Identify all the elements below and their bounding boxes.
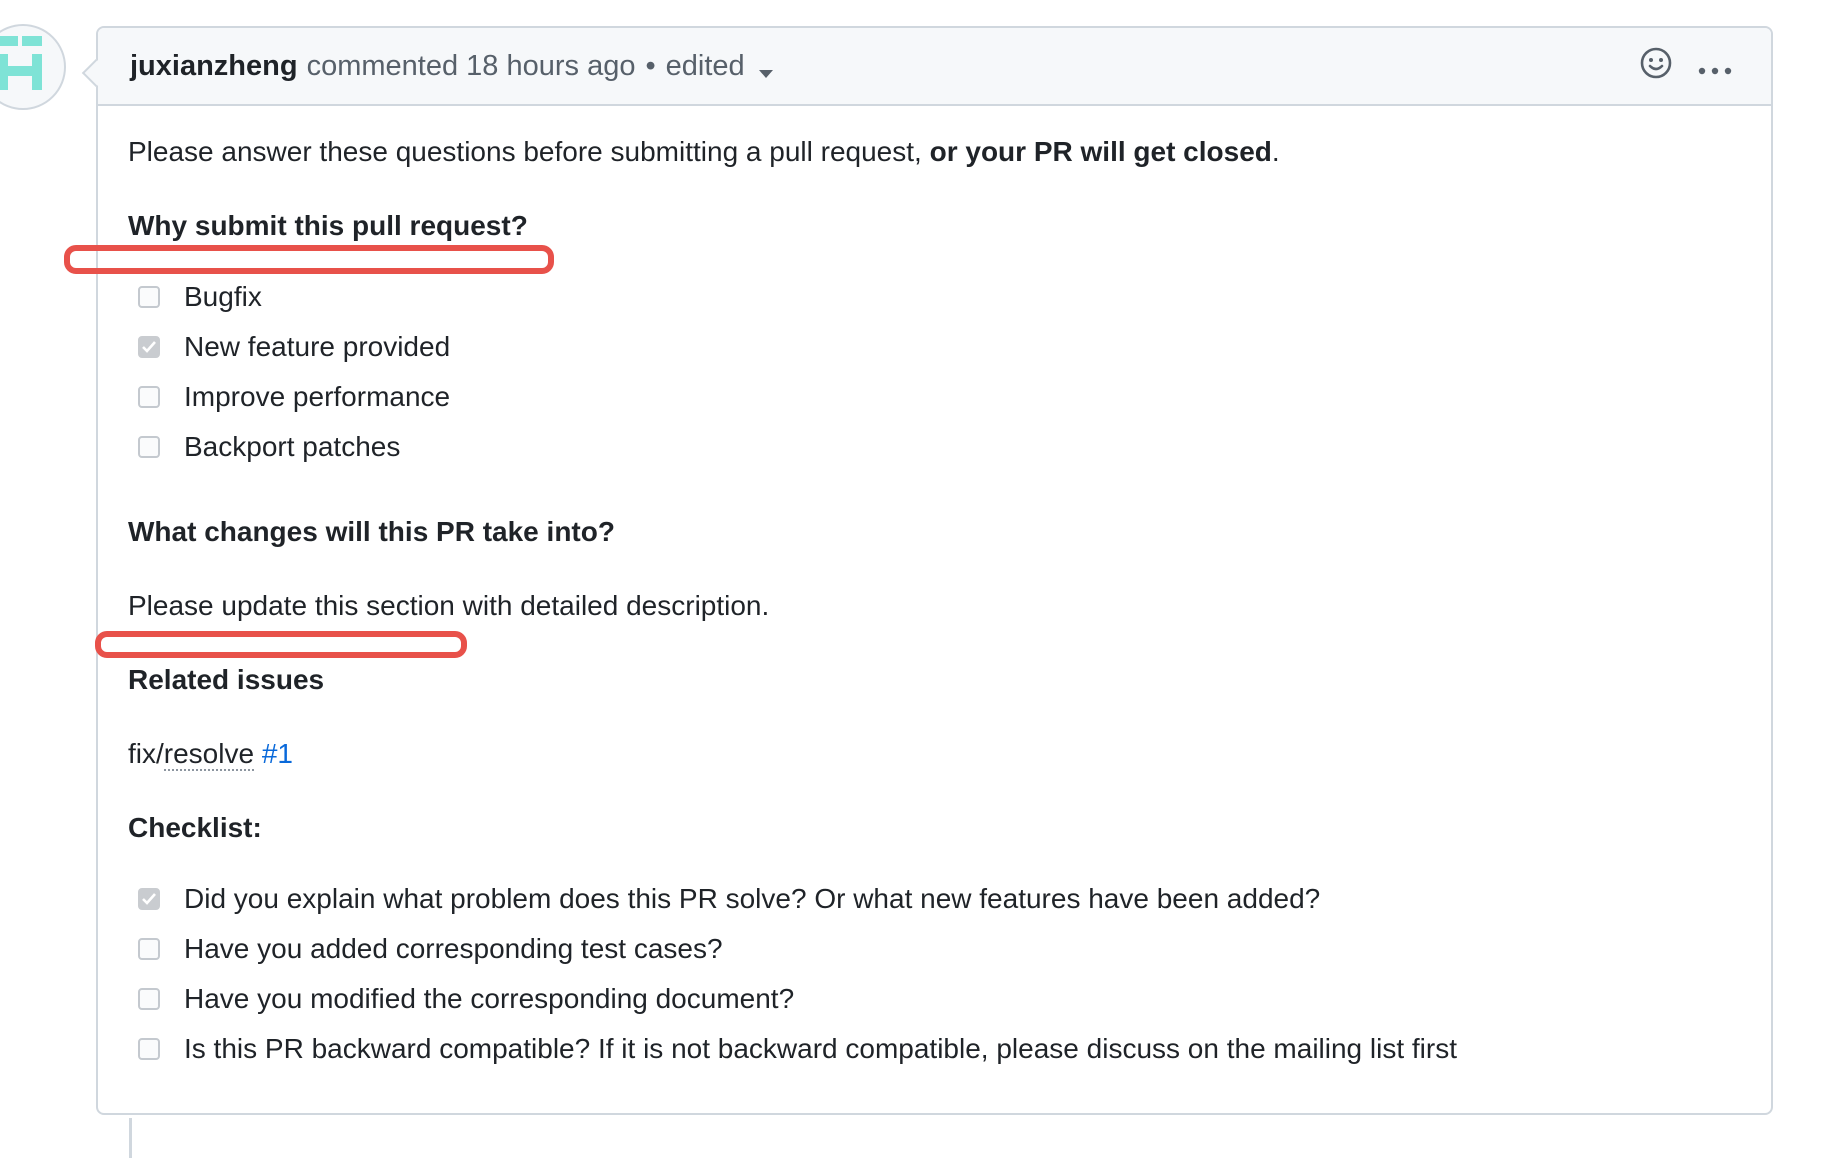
annotation-highlight-changes-text <box>95 631 467 658</box>
checklist-item-explain: Did you explain what problem does this P… <box>138 883 1320 915</box>
checkbox-label: Have you added corresponding test cases? <box>184 933 723 964</box>
intro-paragraph: Please answer these questions before sub… <box>128 135 1280 169</box>
checkbox-item-improve-performance: Improve performance <box>138 381 450 413</box>
intro-period: . <box>1271 136 1280 167</box>
checkbox[interactable] <box>138 1038 160 1060</box>
annotation-highlight-why-heading <box>64 245 554 274</box>
timeline-connector <box>129 1118 132 1158</box>
edited-dropdown[interactable]: edited <box>666 50 773 83</box>
avatar[interactable] <box>0 24 66 110</box>
why-heading: Why submit this pull request? <box>128 210 528 241</box>
separator-dot: • <box>645 49 656 82</box>
checkbox-item-backport: Backport patches <box>138 431 400 463</box>
related-prefix: fix/ <box>128 738 164 769</box>
checkbox-label: New feature provided <box>184 331 451 362</box>
resolve-keyword: resolve <box>163 738 255 771</box>
comment-action: commented <box>306 49 459 82</box>
checkbox-label: Did you explain what problem does this P… <box>184 883 1321 914</box>
checkbox-label: Have you modified the corresponding docu… <box>184 983 795 1014</box>
chevron-down-icon <box>758 69 773 78</box>
checklist-heading: Checklist: <box>128 812 262 843</box>
kebab-horizontal-icon[interactable] <box>1697 51 1733 84</box>
author-link[interactable]: juxianzheng <box>130 50 298 83</box>
checkbox-label: Improve performance <box>184 381 451 412</box>
checkbox[interactable] <box>138 888 160 910</box>
comment-timestamp[interactable]: 18 hours ago <box>466 50 635 83</box>
related-heading: Related issues <box>128 664 325 695</box>
checkbox-item-new-feature: New feature provided <box>138 331 450 363</box>
checkbox[interactable] <box>138 988 160 1010</box>
checkbox[interactable] <box>138 436 160 458</box>
checklist-item-tests: Have you added corresponding test cases? <box>138 933 723 965</box>
intro-bold-text: or your PR will get closed <box>929 136 1272 167</box>
changes-heading: What changes will this PR take into? <box>128 516 615 547</box>
changes-text: Please update this section with detailed… <box>128 590 770 621</box>
checkbox[interactable] <box>138 336 160 358</box>
intro-text: Please answer these questions before sub… <box>128 136 922 167</box>
checklist-item-compatible: Is this PR backward compatible? If it is… <box>138 1033 1457 1065</box>
edited-label: edited <box>665 49 745 82</box>
checkbox-label: Backport patches <box>184 431 401 462</box>
checkbox[interactable] <box>138 386 160 408</box>
identicon-image <box>0 36 42 90</box>
issue-link[interactable]: #1 <box>262 738 293 769</box>
related-issues-line: fix/resolve #1 <box>128 737 293 771</box>
checkbox-item-bugfix: Bugfix <box>138 281 262 313</box>
checkbox-label: Bugfix <box>184 281 262 312</box>
checkbox-label: Is this PR backward compatible? If it is… <box>184 1033 1458 1064</box>
checkbox[interactable] <box>138 286 160 308</box>
checkbox[interactable] <box>138 938 160 960</box>
comment-box: juxianzheng commented 18 hours ago • edi… <box>96 26 1773 1115</box>
comment-header: juxianzheng commented 18 hours ago • edi… <box>98 28 1771 106</box>
checklist-item-docs: Have you modified the corresponding docu… <box>138 983 794 1015</box>
smiley-icon[interactable] <box>1639 46 1673 88</box>
